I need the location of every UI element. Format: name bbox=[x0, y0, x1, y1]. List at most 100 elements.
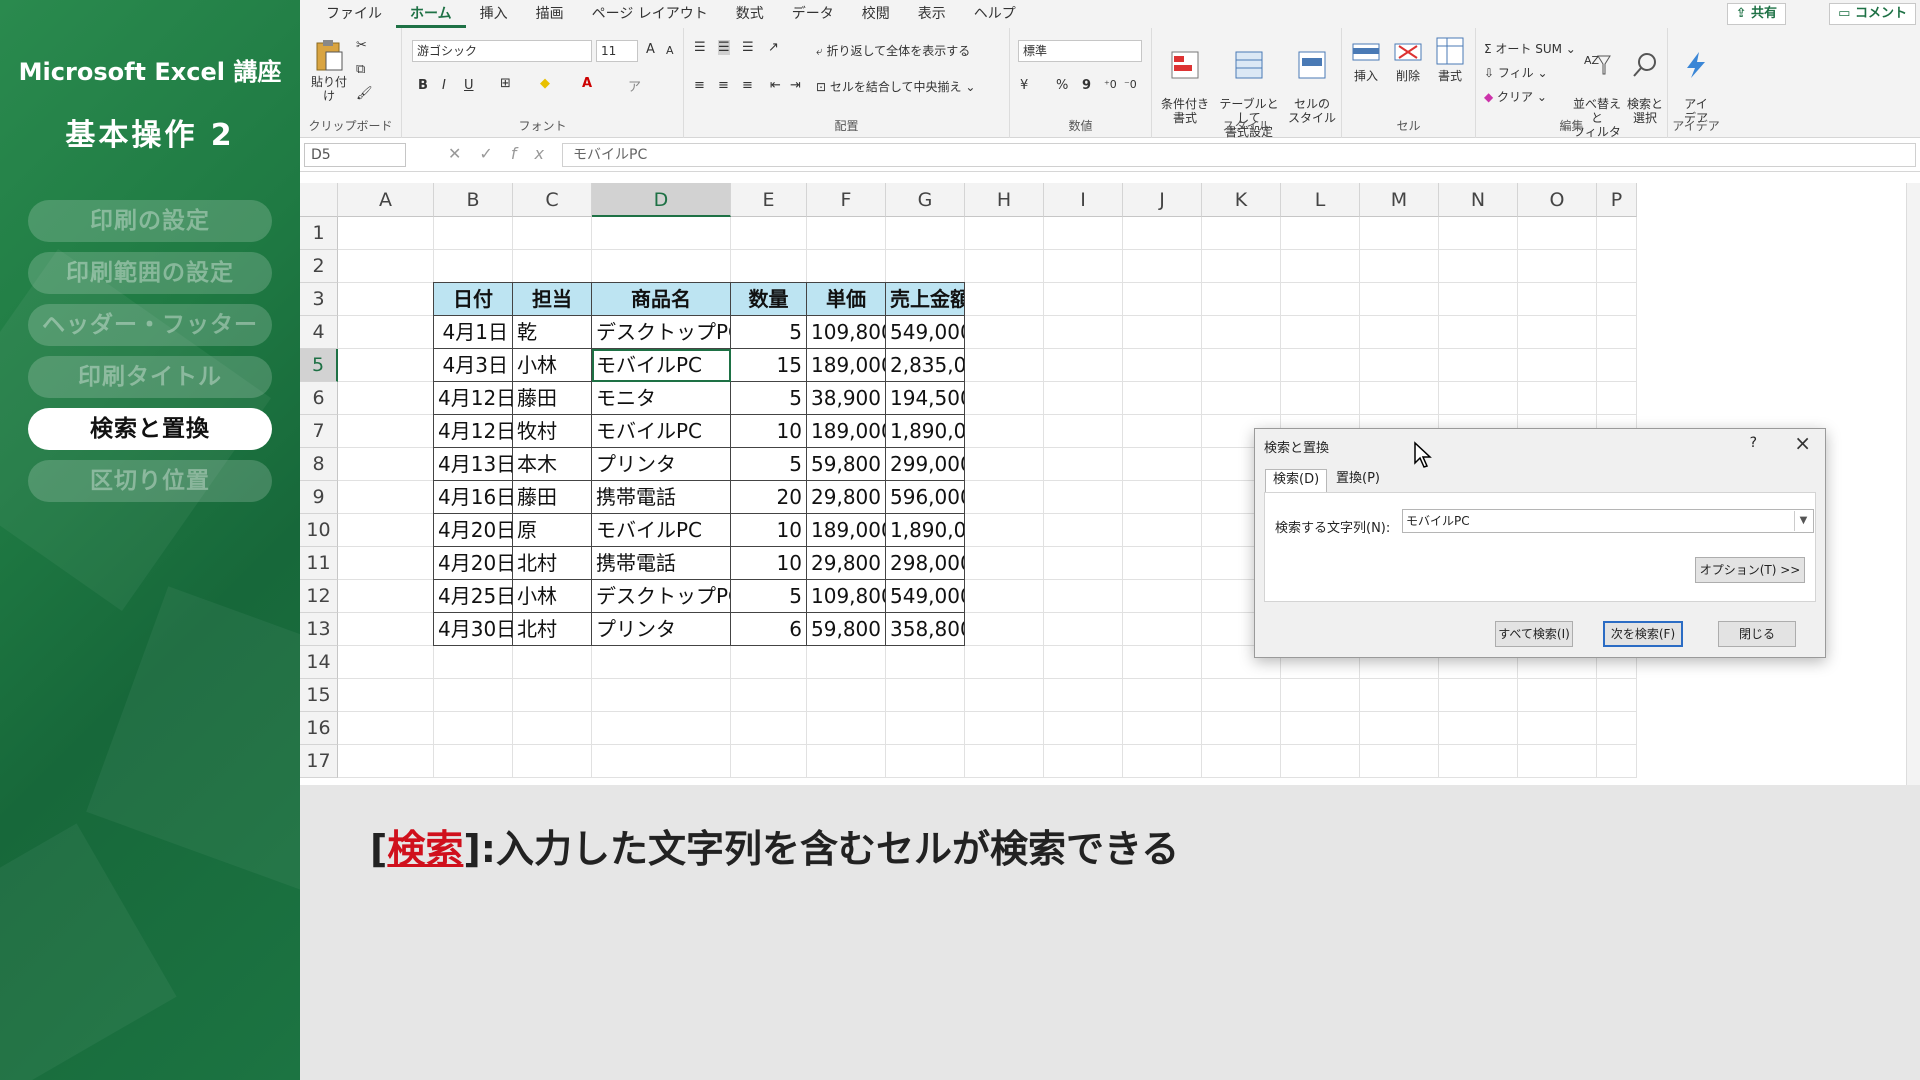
italic-button[interactable]: I bbox=[442, 78, 446, 93]
cell[interactable] bbox=[592, 679, 731, 712]
cell[interactable] bbox=[965, 217, 1044, 250]
cell[interactable] bbox=[1123, 349, 1202, 382]
cell[interactable] bbox=[338, 349, 434, 382]
font-name-select[interactable]: 游ゴシック bbox=[412, 40, 592, 62]
column-header-K[interactable]: K bbox=[1202, 183, 1281, 217]
cell[interactable] bbox=[965, 382, 1044, 415]
tab-view[interactable]: 表示 bbox=[904, 0, 960, 28]
table-cell[interactable]: 189,000 bbox=[807, 349, 886, 382]
cell[interactable] bbox=[1439, 382, 1518, 415]
cell[interactable] bbox=[965, 316, 1044, 349]
cell[interactable] bbox=[1439, 712, 1518, 745]
cell[interactable] bbox=[434, 745, 513, 778]
cell[interactable] bbox=[1597, 349, 1637, 382]
insert-cells-button[interactable]: 挿入 bbox=[1346, 36, 1386, 83]
table-cell[interactable]: 549,000 bbox=[886, 316, 965, 349]
enter-icon[interactable]: ✓ bbox=[479, 144, 510, 163]
cell[interactable] bbox=[1123, 547, 1202, 580]
help-icon[interactable]: ? bbox=[1750, 435, 1757, 451]
table-cell[interactable]: 4月12日 bbox=[434, 382, 513, 415]
table-cell[interactable]: 358,800 bbox=[886, 613, 965, 646]
table-cell[interactable]: 藤田 bbox=[513, 382, 592, 415]
column-header-J[interactable]: J bbox=[1123, 183, 1202, 217]
orientation-icon[interactable]: ↗ bbox=[768, 40, 779, 55]
cell[interactable] bbox=[1439, 217, 1518, 250]
row-header-17[interactable]: 17 bbox=[300, 745, 338, 778]
table-cell[interactable]: 6 bbox=[731, 613, 807, 646]
table-cell[interactable]: 5 bbox=[731, 316, 807, 349]
table-cell[interactable]: 4月16日 bbox=[434, 481, 513, 514]
row-header-4[interactable]: 4 bbox=[300, 316, 338, 349]
table-cell[interactable]: 小林 bbox=[513, 580, 592, 613]
cell[interactable] bbox=[1123, 415, 1202, 448]
table-cell[interactable]: 5 bbox=[731, 382, 807, 415]
cell[interactable] bbox=[338, 547, 434, 580]
paste-button[interactable]: 貼り付け bbox=[306, 38, 352, 103]
table-cell[interactable]: 10 bbox=[731, 547, 807, 580]
cell[interactable] bbox=[1597, 250, 1637, 283]
cell[interactable] bbox=[1360, 382, 1439, 415]
cell[interactable] bbox=[1281, 382, 1360, 415]
clear-button[interactable]: ◆ クリア ⌄ bbox=[1484, 88, 1547, 105]
cell[interactable] bbox=[1044, 646, 1123, 679]
cell[interactable] bbox=[1044, 283, 1123, 316]
cell[interactable] bbox=[1123, 283, 1202, 316]
cell[interactable] bbox=[1281, 745, 1360, 778]
cell[interactable] bbox=[1123, 250, 1202, 283]
fx-icon[interactable]: fx bbox=[511, 144, 562, 163]
fill-color-icon[interactable]: ◆ bbox=[540, 76, 550, 91]
cell[interactable] bbox=[1123, 646, 1202, 679]
table-cell[interactable]: 298,000 bbox=[886, 547, 965, 580]
format-cells-button[interactable]: 書式 bbox=[1430, 36, 1470, 83]
table-cell[interactable]: 携帯電話 bbox=[592, 547, 731, 580]
cell[interactable] bbox=[338, 580, 434, 613]
table-cell[interactable]: 194,500 bbox=[886, 382, 965, 415]
number-format-select[interactable]: 標準 bbox=[1018, 40, 1142, 62]
column-header-O[interactable]: O bbox=[1518, 183, 1597, 217]
cell[interactable] bbox=[1123, 316, 1202, 349]
sort-filter-button[interactable]: AZ 並べ替えと フィルター bbox=[1572, 36, 1622, 153]
cell[interactable] bbox=[1044, 415, 1123, 448]
cell[interactable] bbox=[338, 382, 434, 415]
cell[interactable] bbox=[965, 283, 1044, 316]
cell[interactable] bbox=[886, 646, 965, 679]
cell[interactable] bbox=[592, 250, 731, 283]
row-header-8[interactable]: 8 bbox=[300, 448, 338, 481]
cell[interactable] bbox=[1360, 745, 1439, 778]
cell[interactable] bbox=[338, 316, 434, 349]
cell[interactable] bbox=[1044, 514, 1123, 547]
table-cell[interactable]: 4月25日 bbox=[434, 580, 513, 613]
table-cell[interactable]: 109,800 bbox=[807, 316, 886, 349]
cell[interactable] bbox=[1597, 679, 1637, 712]
cell[interactable] bbox=[965, 646, 1044, 679]
cell[interactable] bbox=[965, 679, 1044, 712]
cell[interactable] bbox=[1281, 283, 1360, 316]
currency-icon[interactable]: ¥ bbox=[1020, 78, 1028, 93]
cell[interactable] bbox=[1123, 382, 1202, 415]
cell[interactable] bbox=[965, 448, 1044, 481]
cell[interactable] bbox=[1439, 679, 1518, 712]
cell[interactable] bbox=[1044, 679, 1123, 712]
cell[interactable] bbox=[965, 481, 1044, 514]
cell[interactable] bbox=[513, 217, 592, 250]
table-cell[interactable]: 4月13日 bbox=[434, 448, 513, 481]
cell[interactable] bbox=[807, 217, 886, 250]
cell[interactable] bbox=[592, 217, 731, 250]
lesson-find-replace[interactable]: 検索と置換 bbox=[28, 408, 272, 450]
cut-icon[interactable]: ✂ bbox=[356, 38, 367, 53]
table-header-cell[interactable]: 商品名 bbox=[592, 283, 731, 316]
share-button[interactable]: ⇪ 共有 bbox=[1726, 3, 1786, 25]
cell[interactable] bbox=[965, 415, 1044, 448]
cell[interactable] bbox=[1202, 745, 1281, 778]
cell[interactable] bbox=[513, 250, 592, 283]
tab-help[interactable]: ヘルプ bbox=[960, 0, 1030, 28]
table-cell[interactable]: 1,890,000 bbox=[886, 514, 965, 547]
cell[interactable] bbox=[886, 679, 965, 712]
cell[interactable] bbox=[1597, 382, 1637, 415]
cell[interactable] bbox=[592, 745, 731, 778]
cell[interactable] bbox=[1281, 679, 1360, 712]
cell[interactable] bbox=[513, 745, 592, 778]
cell[interactable] bbox=[338, 613, 434, 646]
cell[interactable] bbox=[1044, 316, 1123, 349]
align-left-icon[interactable]: ≡ bbox=[694, 78, 705, 93]
